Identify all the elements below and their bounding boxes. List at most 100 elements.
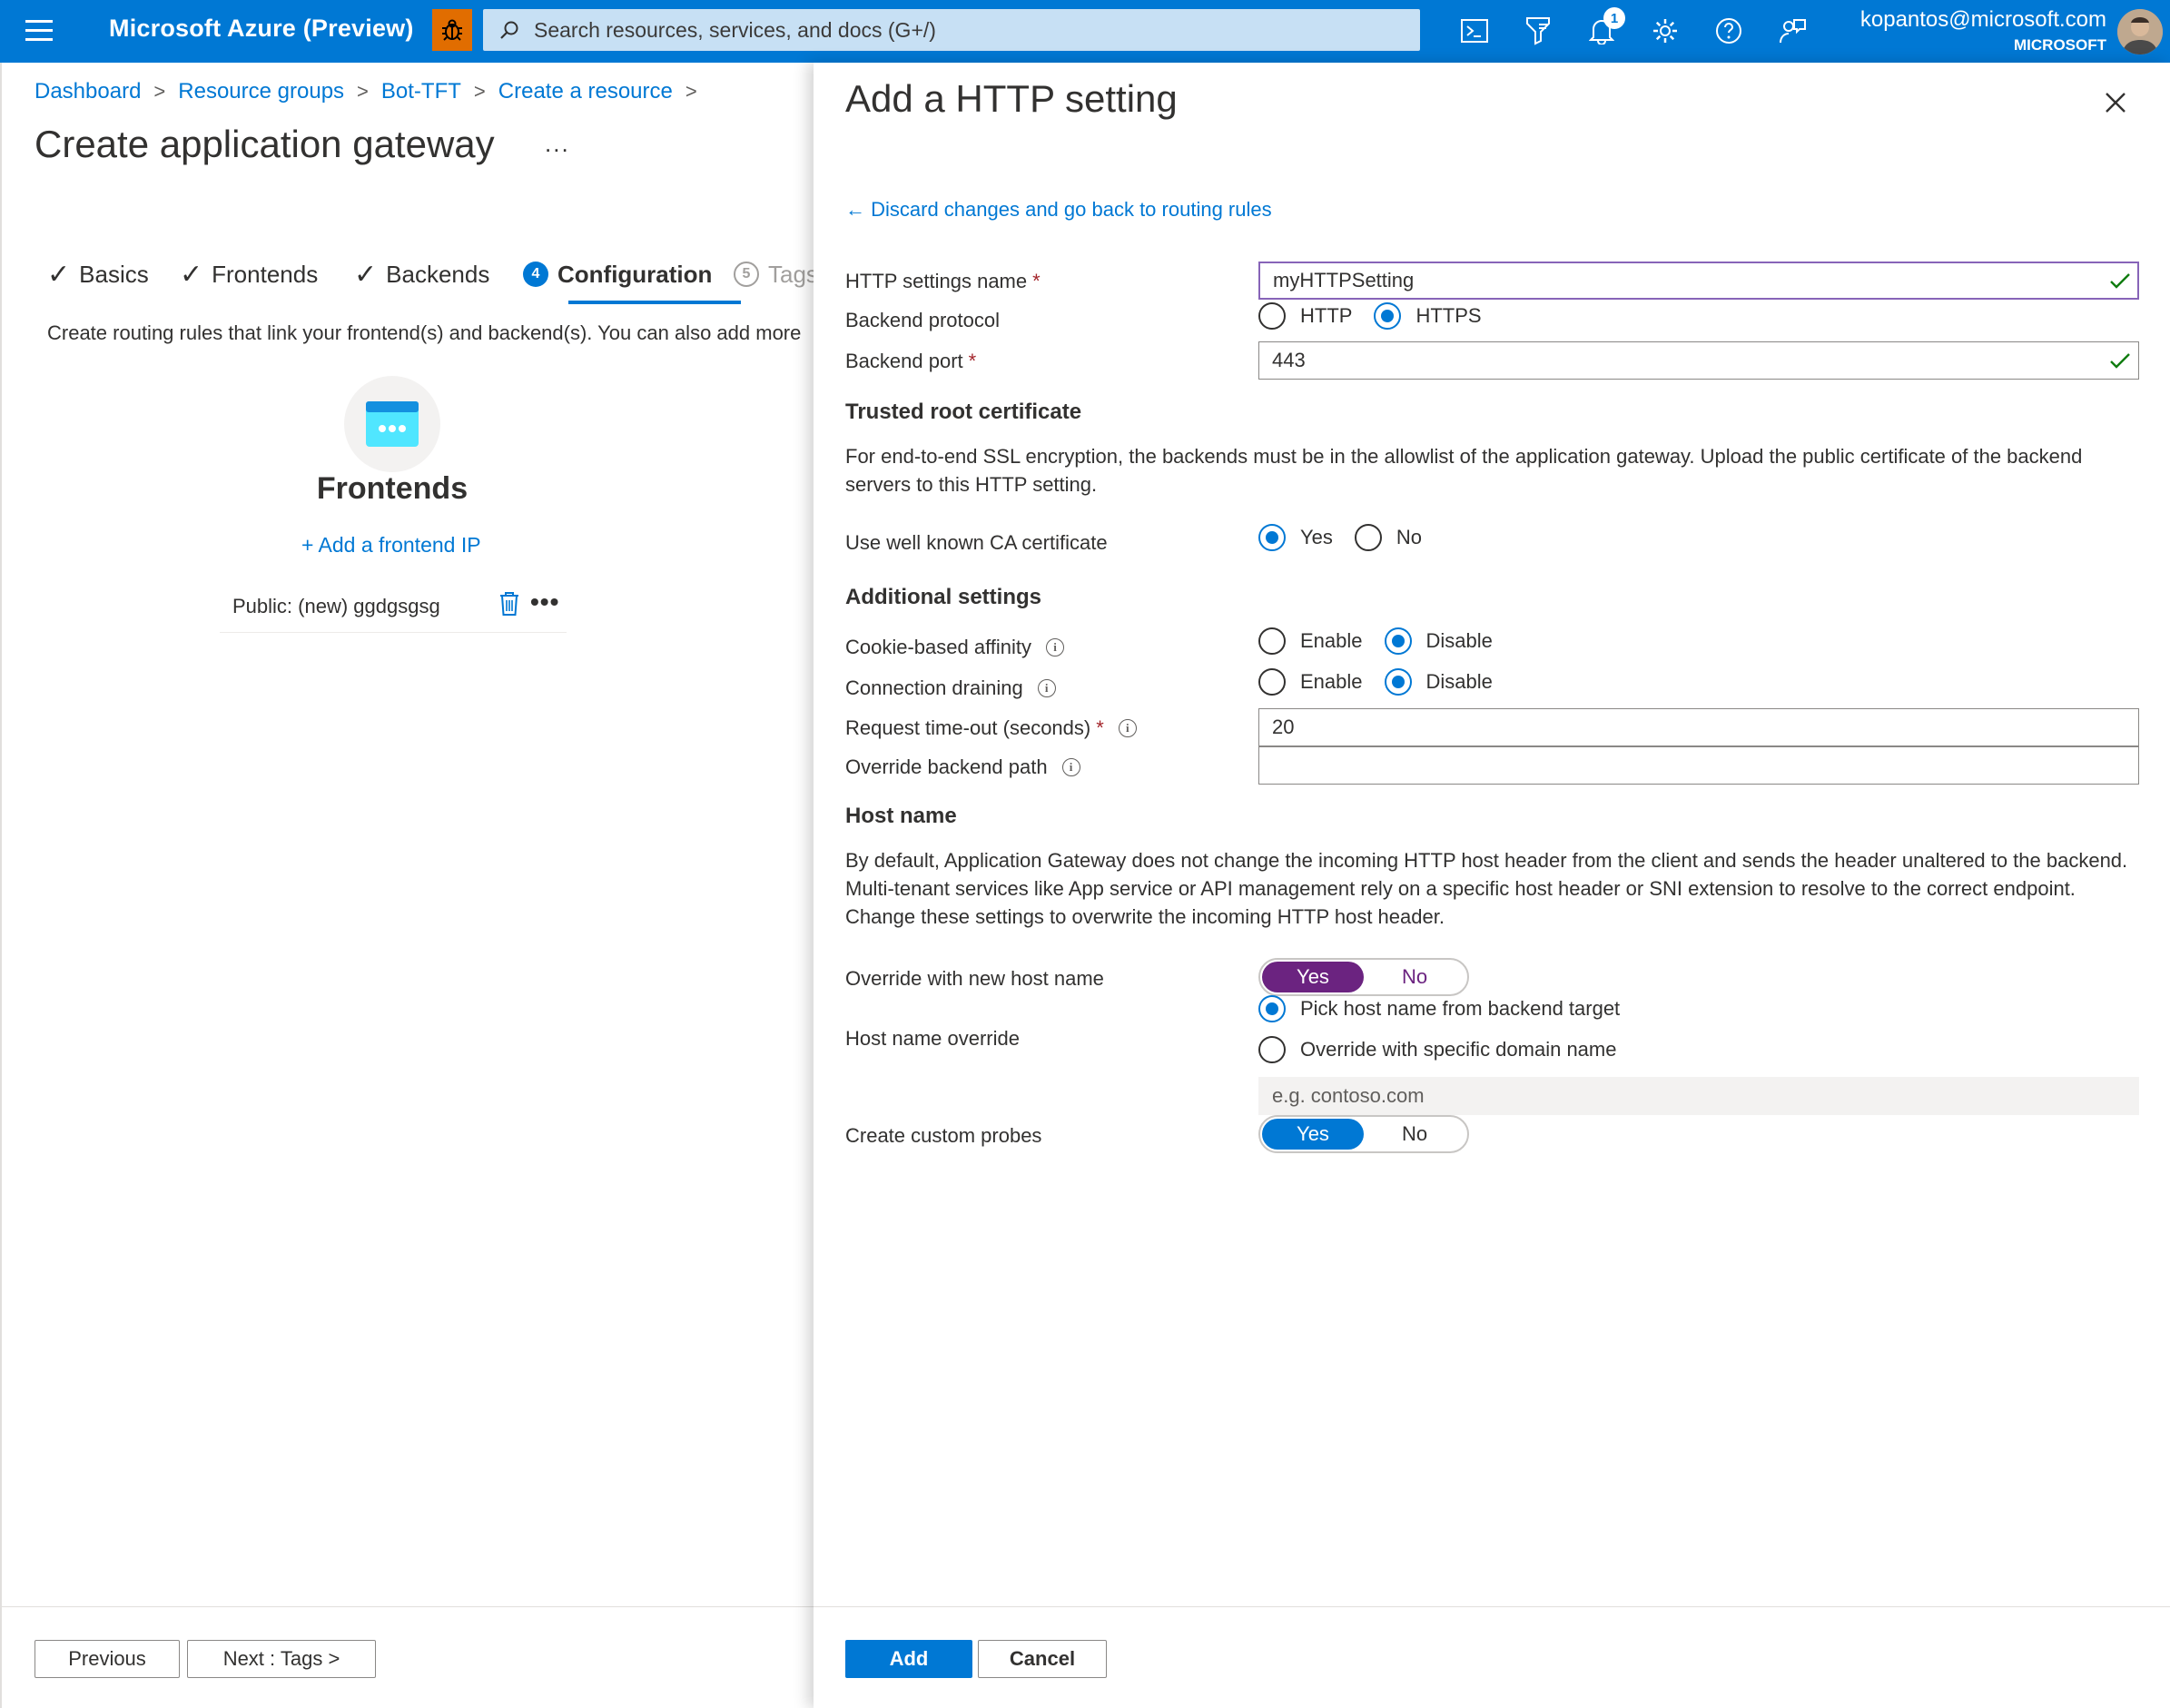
radio-label: HTTPS bbox=[1415, 304, 1482, 327]
chevron-right-icon: > bbox=[473, 80, 486, 103]
radio-circle bbox=[1258, 668, 1286, 696]
discard-back-link[interactable]: ← Discard changes and go back to routing… bbox=[845, 198, 1272, 222]
tab-configuration[interactable]: 4 Configuration bbox=[523, 253, 712, 295]
request-timeout-input[interactable] bbox=[1258, 708, 2139, 746]
connection-draining-enable-radio[interactable]: Enable bbox=[1258, 668, 1363, 696]
override-specific-domain-radio[interactable]: Override with specific domain name bbox=[1258, 1036, 1616, 1063]
radio-label: Disable bbox=[1425, 629, 1493, 652]
menu-icon[interactable] bbox=[25, 20, 53, 42]
well-known-ca-yes-radio[interactable]: Yes bbox=[1258, 524, 1333, 551]
protocol-https-radio[interactable]: HTTPS bbox=[1374, 302, 1482, 330]
tab-backends[interactable]: ✓ Backends bbox=[354, 253, 489, 295]
bell-icon[interactable]: 1 bbox=[1583, 7, 1625, 49]
radio-label: Yes bbox=[1300, 526, 1333, 548]
trash-icon[interactable] bbox=[498, 591, 520, 621]
bug-icon[interactable] bbox=[432, 9, 472, 51]
additional-settings-heading: Additional settings bbox=[845, 585, 1041, 609]
info-icon[interactable]: i bbox=[1118, 719, 1137, 737]
next-tags-button[interactable]: Next : Tags > bbox=[187, 1640, 376, 1678]
frontends-heading: Frontends bbox=[316, 471, 469, 506]
connection-draining-disable-radio[interactable]: Disable bbox=[1384, 668, 1493, 696]
tab-basics[interactable]: ✓ Basics bbox=[47, 253, 149, 295]
tab-label: Tags bbox=[768, 260, 815, 288]
breadcrumb-dashboard[interactable]: Dashboard bbox=[35, 79, 141, 104]
previous-button[interactable]: Previous bbox=[35, 1640, 180, 1678]
host-name-description: By default, Application Gateway does not… bbox=[845, 849, 2128, 928]
radio-circle bbox=[1258, 995, 1286, 1022]
cookie-affinity-enable-radio[interactable]: Enable bbox=[1258, 627, 1363, 655]
search-icon bbox=[498, 18, 521, 42]
override-backend-path-input[interactable] bbox=[1258, 746, 2139, 785]
add-frontend-ip-link[interactable]: + Add a frontend IP bbox=[301, 533, 481, 558]
chevron-right-icon: > bbox=[357, 80, 369, 103]
backend-protocol-group: HTTP HTTPS bbox=[1258, 302, 1504, 330]
required-asterisk: * bbox=[1096, 716, 1104, 739]
override-new-host-label: Override with new host name bbox=[845, 967, 1104, 991]
breadcrumb-resource-groups[interactable]: Resource groups bbox=[178, 79, 344, 104]
override-backend-path-label: Override backend path i bbox=[845, 755, 1080, 779]
close-icon[interactable] bbox=[2101, 88, 2130, 117]
radio-label: HTTP bbox=[1300, 304, 1353, 327]
http-settings-name-input[interactable] bbox=[1258, 262, 2139, 300]
well-known-ca-no-radio[interactable]: No bbox=[1354, 524, 1422, 551]
backend-protocol-label: Backend protocol bbox=[845, 309, 1000, 332]
label-text: Cookie-based affinity bbox=[845, 636, 1032, 658]
protocol-http-radio[interactable]: HTTP bbox=[1258, 302, 1352, 330]
info-icon[interactable]: i bbox=[1061, 758, 1080, 776]
brand-title[interactable]: Microsoft Azure (Preview) bbox=[109, 15, 414, 43]
tab-tags[interactable]: 5 Tags bbox=[734, 253, 815, 295]
cookie-affinity-label: Cookie-based affinity i bbox=[845, 636, 1065, 659]
custom-probes-toggle[interactable]: Yes No bbox=[1258, 1115, 1469, 1153]
tab-label: Configuration bbox=[557, 260, 713, 288]
radio-label: Override with specific domain name bbox=[1300, 1038, 1617, 1061]
help-icon[interactable] bbox=[1711, 13, 1747, 49]
toggle-no-option[interactable]: No bbox=[1364, 962, 1465, 992]
more-options-icon[interactable]: ••• bbox=[530, 587, 559, 617]
account-menu[interactable]: kopantos@microsoft.com MICROSOFT bbox=[1860, 7, 2106, 54]
feedback-icon[interactable] bbox=[1774, 13, 1810, 49]
frontend-item-label: Public: (new) ggdgsgsg bbox=[232, 595, 440, 617]
tab-frontends[interactable]: ✓ Frontends bbox=[180, 253, 318, 295]
info-icon[interactable]: i bbox=[1037, 679, 1056, 697]
override-new-host-toggle[interactable]: Yes No bbox=[1258, 958, 1469, 996]
breadcrumb-bot-tft[interactable]: Bot-TFT bbox=[381, 79, 461, 104]
connection-draining-group: Enable Disable bbox=[1258, 668, 1514, 696]
backend-port-input[interactable] bbox=[1258, 341, 2139, 380]
toggle-yes-option[interactable]: Yes bbox=[1262, 1119, 1364, 1150]
chevron-right-icon: > bbox=[153, 80, 166, 103]
breadcrumb-create-resource[interactable]: Create a resource bbox=[498, 79, 673, 104]
toggle-no-option[interactable]: No bbox=[1364, 1119, 1465, 1150]
step-number-badge: 5 bbox=[734, 262, 759, 287]
cloud-shell-icon[interactable] bbox=[1456, 13, 1493, 49]
add-button[interactable]: Add bbox=[845, 1640, 972, 1678]
notification-count: 1 bbox=[1603, 7, 1625, 29]
avatar[interactable] bbox=[2117, 9, 2163, 54]
toggle-yes-option[interactable]: Yes bbox=[1262, 962, 1364, 992]
domain-name-input[interactable] bbox=[1258, 1077, 2139, 1115]
tab-label: Backends bbox=[386, 260, 490, 288]
search-input[interactable] bbox=[534, 17, 1406, 43]
cancel-button[interactable]: Cancel bbox=[978, 1640, 1107, 1678]
global-search[interactable] bbox=[483, 9, 1420, 51]
host-name-override-group-specific: Override with specific domain name bbox=[1258, 1036, 1638, 1063]
host-name-override-group-pick: Pick host name from backend target bbox=[1258, 995, 1642, 1022]
info-icon[interactable]: i bbox=[1046, 638, 1065, 657]
radio-circle bbox=[1384, 668, 1412, 696]
account-tenant: MICROSOFT bbox=[2014, 36, 2106, 54]
checkmark-icon: ✓ bbox=[47, 259, 71, 290]
custom-probes-label: Create custom probes bbox=[845, 1124, 1041, 1148]
frontend-list-item[interactable]: Public: (new) ggdgsgsg ••• bbox=[220, 580, 567, 633]
directory-filter-icon[interactable] bbox=[1520, 13, 1556, 49]
page-title: Create application gateway bbox=[35, 123, 495, 165]
add-http-setting-panel: Add a HTTP setting ← Discard changes and… bbox=[814, 63, 2170, 1708]
host-name-override-label: Host name override bbox=[845, 1027, 1020, 1050]
valid-check-icon bbox=[2110, 353, 2130, 369]
required-asterisk: * bbox=[1032, 270, 1041, 292]
radio-circle bbox=[1258, 302, 1286, 330]
well-known-ca-group: Yes No bbox=[1258, 524, 1444, 551]
more-options-icon[interactable]: ... bbox=[545, 130, 570, 158]
cookie-affinity-disable-radio[interactable]: Disable bbox=[1384, 627, 1493, 655]
pick-from-backend-radio[interactable]: Pick host name from backend target bbox=[1258, 995, 1620, 1022]
gear-icon[interactable] bbox=[1647, 13, 1683, 49]
label-text: Connection draining bbox=[845, 676, 1023, 699]
